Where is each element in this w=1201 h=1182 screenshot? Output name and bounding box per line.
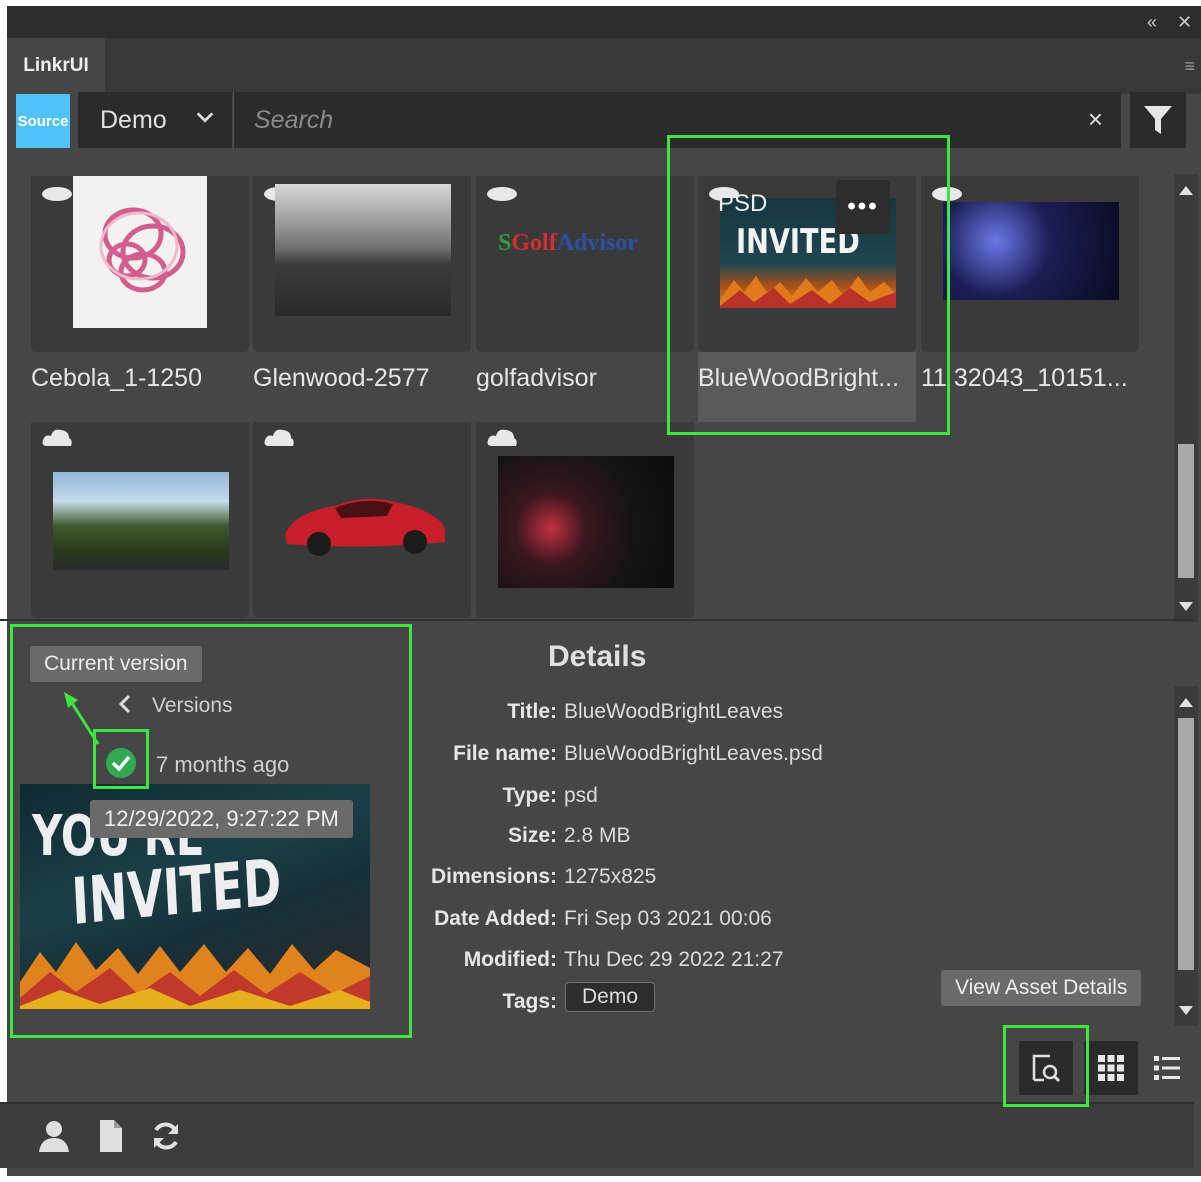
chevron-left-icon — [118, 694, 131, 714]
asset-name: golfadvisor — [476, 364, 597, 392]
clear-search-icon[interactable]: × — [1088, 104, 1103, 135]
version-time: 7 months ago — [156, 752, 290, 777]
document-icon[interactable] — [92, 1118, 128, 1154]
logo-text-advisor: Advisor — [556, 230, 639, 256]
golfadvisor-logo: SGolfAdvisor — [498, 230, 639, 256]
versions-back-button[interactable]: Versions — [118, 694, 233, 718]
cloud-icon — [487, 429, 517, 446]
search-box: × — [233, 92, 1121, 148]
asset-image — [53, 472, 229, 570]
asset-image — [498, 456, 674, 588]
list-icon — [1154, 1056, 1180, 1080]
tab-strip: LinkrUI ≡ — [7, 38, 1201, 94]
version-date-tooltip: 12/29/2022, 9:27:22 PM — [90, 800, 353, 838]
asset-image — [943, 202, 1119, 300]
list-view-button[interactable] — [1140, 1041, 1194, 1095]
cloud-icon — [42, 187, 72, 201]
source-select[interactable]: Demo — [78, 92, 232, 148]
title-bar: « ✕ — [7, 6, 1201, 38]
current-version-check-icon[interactable] — [106, 748, 136, 778]
details-scrollbar-thumb[interactable] — [1178, 718, 1194, 970]
asset-grid: Cebola_1-1250 Glenwood-2577 SGolfAdvisor… — [0, 168, 1162, 618]
asset-name: 11 32043_10151... — [921, 364, 1128, 392]
asset-details-icon — [1032, 1054, 1061, 1083]
asset-image — [275, 472, 451, 570]
refresh-icon[interactable] — [148, 1118, 184, 1154]
source-button[interactable]: Source — [16, 94, 70, 148]
view-asset-details-button[interactable] — [1019, 1041, 1073, 1095]
details-scrollbar[interactable] — [1174, 686, 1198, 1026]
asset-name: Glenwood-2577 — [253, 364, 430, 392]
view-asset-details-tooltip: View Asset Details — [941, 970, 1142, 1006]
current-version-tooltip: Current version — [30, 646, 202, 682]
cloud-icon — [42, 429, 72, 446]
tab-linkrui[interactable]: LinkrUI — [7, 38, 105, 94]
asset-image — [275, 184, 451, 316]
grid-icon — [1098, 1055, 1124, 1081]
asset-name: BlueWoodBright... — [698, 364, 900, 392]
versions-label: Versions — [152, 694, 233, 717]
grid-scrollbar[interactable] — [1174, 174, 1198, 622]
user-icon[interactable] — [36, 1118, 72, 1154]
details-heading: Details — [548, 640, 647, 673]
file-type-badge: PSD — [718, 190, 768, 217]
close-icon[interactable]: ✕ — [1177, 12, 1192, 33]
more-options-button[interactable]: ••• — [836, 180, 890, 234]
panel-menu-icon[interactable]: ≡ — [1184, 56, 1195, 77]
chevron-down-icon — [196, 112, 214, 123]
logo-text-golf: Golf — [511, 230, 557, 256]
cloud-icon — [487, 187, 517, 201]
grid-view-button[interactable] — [1084, 1041, 1138, 1095]
cloud-icon — [264, 429, 294, 446]
source-select-value: Demo — [100, 105, 167, 134]
collapse-icon[interactable]: « — [1147, 12, 1157, 33]
filter-icon — [1144, 106, 1172, 134]
pointer-arrow-icon — [64, 692, 100, 745]
filter-button[interactable] — [1130, 92, 1186, 148]
cloud-icon — [932, 187, 962, 201]
tag-chip[interactable]: Demo — [565, 982, 656, 1012]
asset-name: Cebola_1-1250 — [31, 364, 202, 392]
grid-scrollbar-thumb[interactable] — [1178, 444, 1194, 578]
asset-image — [73, 176, 207, 328]
footer-toolbar — [0, 1102, 1194, 1168]
search-input[interactable] — [252, 100, 1036, 140]
